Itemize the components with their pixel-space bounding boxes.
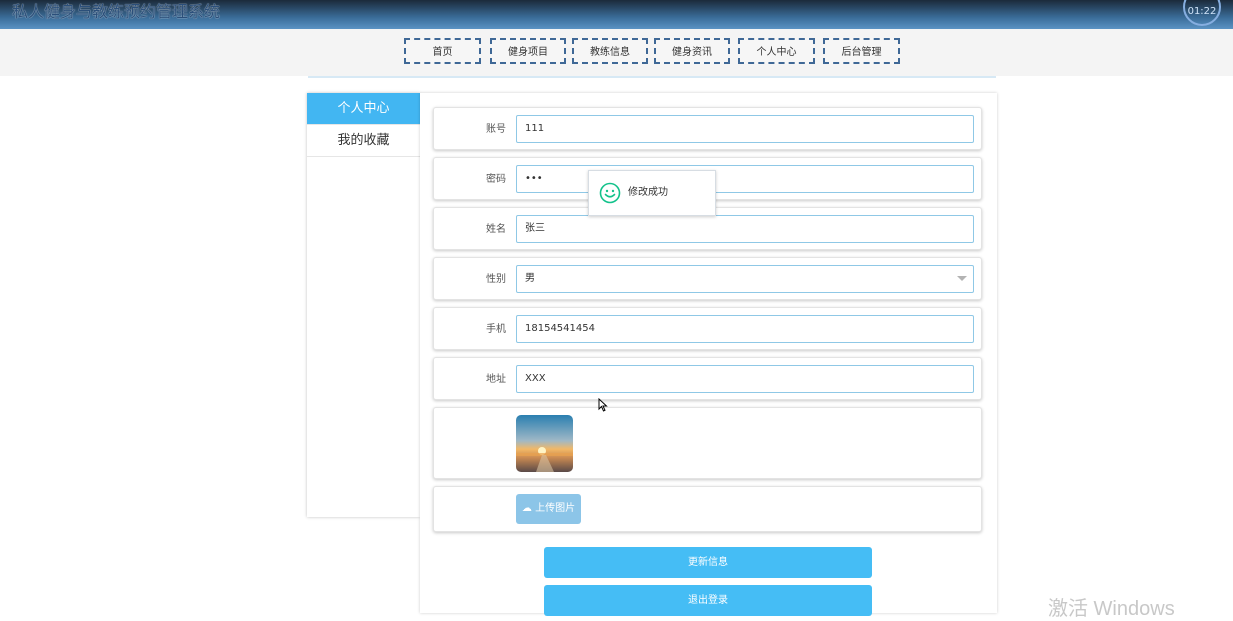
name-input[interactable]: 张三 [516, 215, 974, 243]
sidebar-item-favorites[interactable]: 我的收藏 [307, 125, 420, 157]
upload-image-button[interactable]: ☁ 上传图片 [516, 494, 581, 524]
gender-value: 男 [525, 273, 535, 284]
success-toast: 修改成功 [588, 170, 716, 216]
update-info-button[interactable]: 更新信息 [544, 547, 872, 578]
address-label: 地址 [486, 374, 506, 385]
nav-fitness-news[interactable]: 健身资讯 [654, 38, 730, 64]
phone-row: 手机 18154541454 [433, 307, 982, 350]
avatar-image [516, 415, 573, 472]
password-label: 密码 [486, 174, 506, 185]
address-row: 地址 XXX [433, 357, 982, 400]
cloud-upload-icon: ☁ [521, 503, 532, 514]
phone-input[interactable]: 18154541454 [516, 315, 974, 343]
nav-coach-info[interactable]: 教练信息 [572, 38, 648, 64]
upload-label: 上传图片 [535, 503, 576, 514]
mouse-cursor-icon [598, 397, 608, 416]
nav-home[interactable]: 首页 [404, 38, 481, 64]
nav-admin[interactable]: 后台管理 [823, 38, 900, 64]
sidebar: 个人中心 我的收藏 [307, 93, 420, 517]
phone-label: 手机 [486, 324, 506, 335]
avatar-row [433, 407, 982, 479]
smile-icon [599, 182, 621, 208]
account-input[interactable]: 111 [516, 115, 974, 143]
gender-label: 性别 [486, 274, 506, 285]
top-banner: 私人健身与教练预约管理系统 01:22 [0, 0, 1233, 30]
name-label: 姓名 [486, 224, 506, 235]
account-row: 账号 111 [433, 107, 982, 150]
chevron-down-icon [957, 276, 967, 281]
toast-message: 修改成功 [628, 187, 668, 198]
app-title: 私人健身与教练预约管理系统 [12, 2, 221, 21]
nav-personal-center[interactable]: 个人中心 [738, 38, 815, 64]
main-navbar: 首页 健身项目 教练信息 健身资讯 个人中心 后台管理 [0, 29, 1233, 76]
upload-row: ☁ 上传图片 [433, 486, 982, 532]
address-input[interactable]: XXX [516, 365, 974, 393]
logout-button[interactable]: 退出登录 [544, 585, 872, 616]
windows-activation-watermark: 激活 Windows [1048, 598, 1175, 620]
gender-select[interactable]: 男 [516, 265, 974, 293]
clock-badge: 01:22 [1183, 0, 1221, 26]
sidebar-item-personal-center[interactable]: 个人中心 [307, 93, 420, 125]
nav-divider [308, 76, 996, 78]
password-input[interactable]: ••• [516, 165, 974, 193]
nav-fitness-projects[interactable]: 健身项目 [490, 38, 566, 64]
gender-row: 性别 男 [433, 257, 982, 300]
account-label: 账号 [486, 124, 506, 135]
